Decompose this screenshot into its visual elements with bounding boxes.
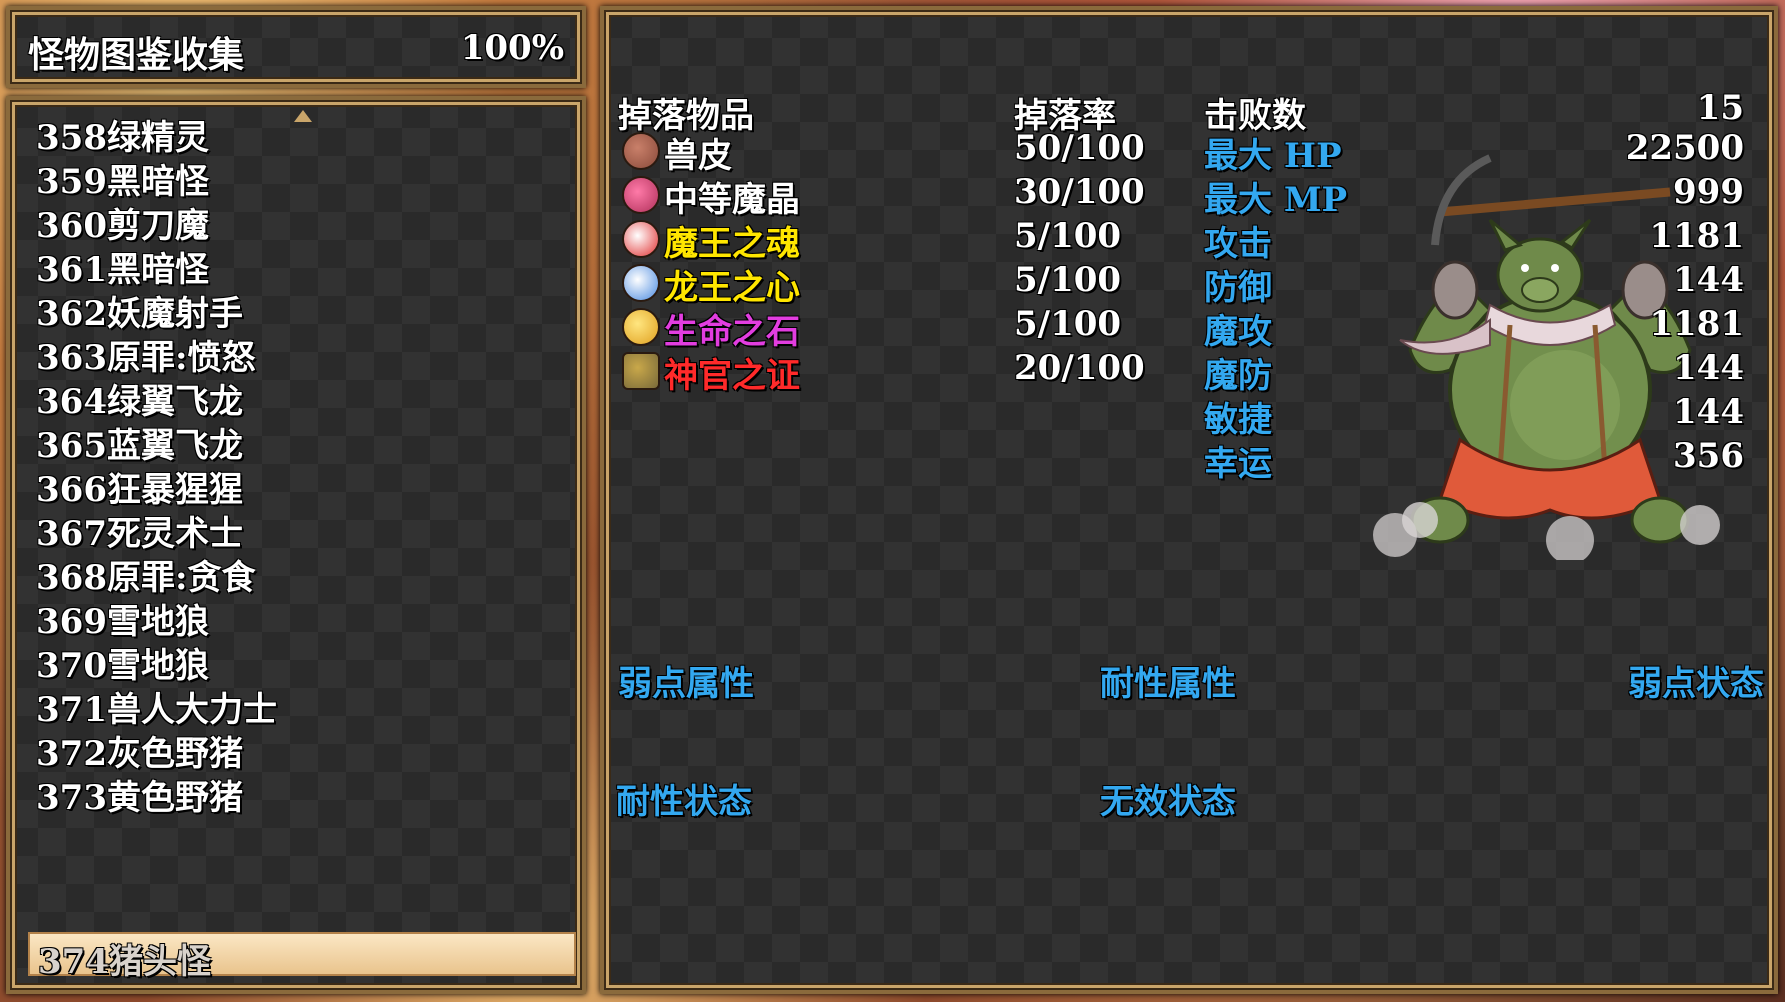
drop-item-rate: 30/100 (1014, 172, 1145, 212)
weak-state-label: 弱点状态 (1628, 664, 1764, 704)
stat-label: 敏捷 (1204, 400, 1272, 440)
stat-value: 1181 (1649, 216, 1744, 256)
drop-item-rate: 5/100 (1014, 216, 1122, 256)
weak-attribute-label: 弱点属性 (618, 664, 754, 704)
monster-list-item[interactable]: 368原罪:贪食 (36, 550, 256, 599)
resist-attribute-label: 耐性属性 (1100, 664, 1236, 704)
red-potion-icon (622, 220, 660, 258)
crystal-icon (622, 176, 660, 214)
monster-list-item[interactable]: 361黑暗怪 (36, 242, 209, 291)
fur-icon (622, 132, 660, 170)
stat-label: 防御 (1204, 268, 1272, 308)
scroll-up-icon[interactable] (294, 110, 312, 122)
blue-potion-icon (622, 264, 660, 302)
stat-value: 144 (1673, 392, 1744, 432)
monster-list-item[interactable]: 373黄色野猪 (36, 770, 243, 819)
monster-list-window[interactable]: 358绿精灵 359黑暗怪 360剪刀魔 361黑暗怪 362妖魔射手 363原罪:愤怒 3… (6, 96, 586, 994)
monster-list-item[interactable]: 371兽人大力士 (36, 682, 277, 731)
monster-list-item[interactable]: 359黑暗怪 (36, 154, 209, 203)
stat-label: 最大 HP (1204, 136, 1342, 176)
stat-value: 356 (1673, 436, 1744, 476)
resist-state-label: 耐性状态 (616, 782, 752, 822)
collection-percent: 100% (460, 28, 564, 68)
stat-value: 144 (1673, 260, 1744, 300)
stat-value: 999 (1673, 172, 1744, 212)
selected-monster-label: 374猪头怪 (38, 942, 211, 982)
stat-label: 魔防 (1204, 356, 1272, 396)
stat-value: 144 (1673, 348, 1744, 388)
stat-value: 1181 (1649, 304, 1744, 344)
defeats-value: 15 (1696, 88, 1744, 128)
drop-item-name: 神官之证 (664, 356, 800, 396)
stat-label: 最大 MP (1204, 180, 1348, 220)
drop-item-rate: 5/100 (1014, 260, 1122, 300)
monster-list-item[interactable]: 370雪地狼 (36, 638, 209, 687)
monster-list-item[interactable]: 364绿翼飞龙 (36, 374, 243, 423)
immune-state-label: 无效状态 (1100, 782, 1236, 822)
collection-title: 怪物图鉴收集 (28, 34, 245, 76)
monster-list-item[interactable]: 362妖魔射手 (36, 286, 243, 335)
drop-item-name: 生命之石 (664, 312, 800, 352)
selected-monster-row[interactable]: 374猪头怪 (28, 932, 576, 982)
monster-list-item[interactable]: 372灰色野猪 (36, 726, 243, 775)
drop-item-name: 魔王之魂 (664, 224, 800, 264)
drop-item-rate: 50/100 (1014, 128, 1145, 168)
badge-icon (622, 352, 660, 390)
drop-item-name: 龙王之心 (664, 268, 800, 308)
stat-label: 攻击 (1204, 224, 1272, 264)
monster-list-item[interactable]: 358绿精灵 (36, 110, 209, 159)
monster-list-item[interactable]: 360剪刀魔 (36, 198, 209, 247)
drop-item-rate: 20/100 (1014, 348, 1145, 388)
drop-item-name: 中等魔晶 (664, 180, 800, 220)
stat-value: 22500 (1625, 128, 1744, 168)
monster-list-item[interactable]: 363原罪:愤怒 (36, 330, 256, 379)
drop-item-rate: 5/100 (1014, 304, 1122, 344)
monster-list-item[interactable]: 367死灵术士 (36, 506, 243, 555)
drop-item-name: 兽皮 (664, 136, 732, 176)
stat-label: 幸运 (1204, 444, 1272, 484)
collection-title-window: 怪物图鉴收集 100% (6, 6, 586, 88)
monster-list-item[interactable]: 366狂暴猩猩 (36, 462, 243, 511)
life-stone-icon (622, 308, 660, 346)
stat-label: 魔攻 (1204, 312, 1272, 352)
monster-list-item[interactable]: 365蓝翼飞龙 (36, 418, 243, 467)
monster-list-item[interactable]: 369雪地狼 (36, 594, 209, 643)
